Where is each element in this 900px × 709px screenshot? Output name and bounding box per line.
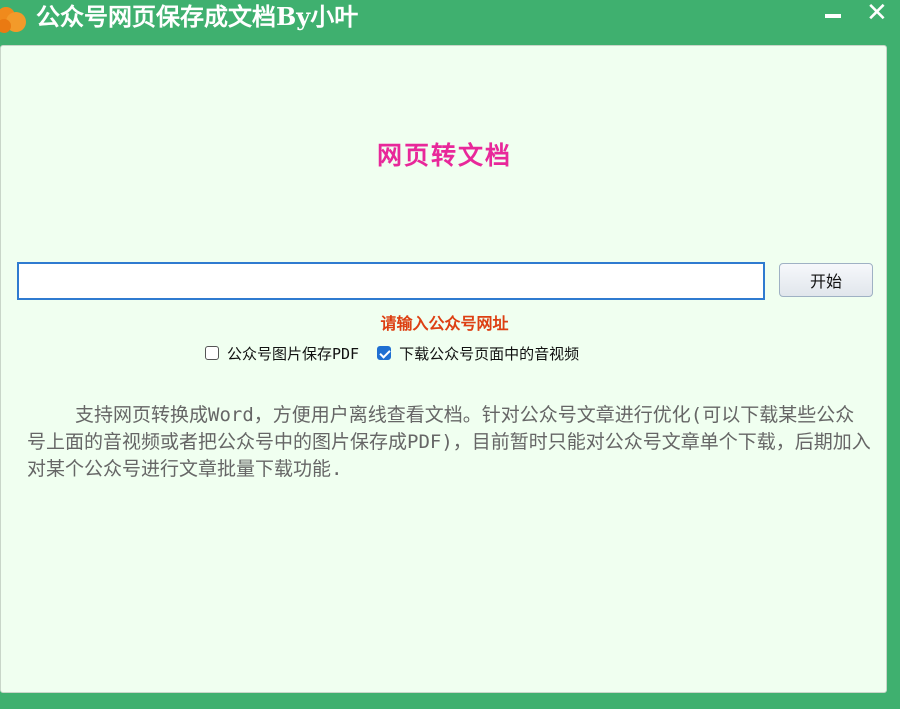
title-bar[interactable]: 公众号网页保存成文档By小叶 ✕ — [0, 0, 900, 40]
download-media-option[interactable]: 下载公众号页面中的音视频 — [377, 343, 579, 364]
input-hint: 请输入公众号网址 — [380, 314, 509, 333]
save-images-pdf-label: 公众号图片保存PDF — [227, 344, 360, 363]
start-button[interactable]: 开始 — [779, 263, 873, 297]
app-icon — [0, 7, 26, 33]
close-icon: ✕ — [866, 0, 888, 28]
app-window: 公众号网页保存成文档By小叶 ✕ 网页转文档 开始 请输入公众号网址 公众号图片… — [0, 0, 900, 709]
window-title: 公众号网页保存成文档By小叶 — [36, 2, 359, 31]
download-media-checkbox[interactable] — [377, 346, 392, 360]
options-row: 公众号图片保存PDF 下载公众号页面中的音视频 — [205, 342, 579, 364]
save-images-pdf-checkbox[interactable] — [205, 346, 219, 360]
description-text: 支持网页转换成Word，方便用户离线查看文档。针对公众号文章进行优化(可以下载某… — [27, 404, 871, 480]
close-button[interactable]: ✕ — [858, 0, 898, 30]
main-panel: 网页转文档 开始 请输入公众号网址 公众号图片保存PDF 下载公众号页面中的音视… — [0, 45, 887, 693]
download-media-label: 下载公众号页面中的音视频 — [399, 344, 580, 363]
url-input[interactable] — [17, 262, 765, 300]
page-title: 网页转文档 — [376, 141, 512, 170]
minimize-button[interactable] — [814, 0, 854, 30]
save-images-pdf-option[interactable]: 公众号图片保存PDF — [205, 343, 359, 364]
minimize-icon — [825, 14, 841, 18]
